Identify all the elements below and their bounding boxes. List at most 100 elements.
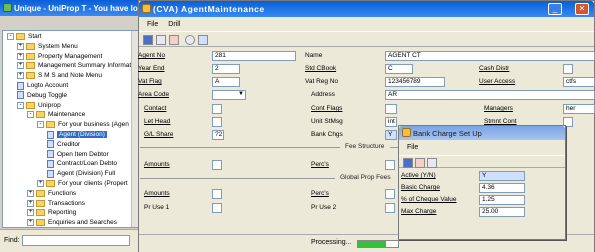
tree-scrollbar[interactable]: [131, 31, 138, 227]
dialog-field-input[interactable]: 25.00: [479, 207, 525, 217]
dialog-icon: [402, 128, 411, 137]
print-icon[interactable]: [156, 35, 166, 45]
chevron-down-icon[interactable]: ▼: [238, 91, 244, 97]
name-field[interactable]: AGENT CT: [385, 51, 595, 61]
folder-icon: [36, 111, 45, 119]
main-window-titlebar[interactable]: (CVA) AgentMaintenance: [139, 1, 594, 17]
agent-no-field[interactable]: 281: [212, 51, 296, 61]
expand-icon[interactable]: +: [27, 219, 34, 227]
pr-use-1-label: Pr Use 1: [144, 204, 170, 211]
tree-item[interactable]: - Start: [7, 32, 42, 41]
dialog-delete-icon[interactable]: [415, 158, 425, 168]
collapse-icon[interactable]: -: [17, 101, 24, 109]
vat-reg-no-field[interactable]: 123456789: [385, 77, 445, 87]
close-button[interactable]: ✕: [575, 3, 589, 15]
tree-item[interactable]: Creditor: [47, 140, 80, 149]
address-field[interactable]: AR: [385, 90, 595, 100]
dialog-field-input[interactable]: 1.25: [479, 195, 525, 205]
cash-distr-checkbox[interactable]: [563, 64, 573, 74]
agent-no-label: Agent No: [138, 52, 166, 59]
navigation-tree[interactable]: - Start + System Menu + Property Management + M…: [2, 30, 138, 228]
menu-file[interactable]: File: [147, 21, 158, 28]
user-access-field[interactable]: ctfs: [563, 77, 595, 87]
let-head-checkbox[interactable]: [212, 117, 222, 127]
document-icon: [47, 169, 54, 178]
expand-icon[interactable]: +: [37, 180, 44, 187]
dialog-save-icon[interactable]: [403, 158, 413, 168]
expand-icon[interactable]: +: [27, 199, 34, 207]
pr-use-2-checkbox[interactable]: [385, 203, 395, 213]
find-input[interactable]: [22, 235, 130, 246]
folder-icon: [26, 62, 35, 70]
contact-checkbox[interactable]: [212, 104, 222, 114]
menu-drill[interactable]: Drill: [168, 21, 180, 28]
fee-structure-heading: Fee Structure: [345, 143, 385, 150]
tree-item[interactable]: Agent (Division): [47, 130, 107, 139]
stmnt-cont-label: Stmnt Cont: [484, 118, 517, 125]
tree-item[interactable]: + Management Summary Informati: [17, 61, 133, 70]
gl-share-field[interactable]: ?2: [212, 130, 224, 140]
tree-item[interactable]: - Uniprop: [17, 101, 61, 110]
vat-flag-label: Vat Flag: [138, 78, 162, 85]
folder-icon: [36, 189, 45, 197]
tree-item[interactable]: + Reporting: [27, 208, 76, 217]
tree-item[interactable]: + S M S and Note Menu: [17, 71, 102, 80]
search-icon[interactable]: [185, 35, 195, 45]
document-icon: [17, 91, 24, 100]
year-end-field[interactable]: 2: [212, 64, 240, 74]
minimize-button[interactable]: _: [548, 3, 562, 15]
expand-icon[interactable]: +: [17, 62, 24, 70]
vat-flag-field[interactable]: A: [212, 77, 240, 87]
bank-chgs-field[interactable]: Y: [385, 130, 397, 140]
tree-item[interactable]: - For your business (Agen: [37, 120, 129, 129]
tree-item[interactable]: + Property Management: [17, 52, 102, 61]
percs-checkbox[interactable]: [385, 160, 395, 170]
tree-item[interactable]: + System Menu: [17, 42, 78, 51]
collapse-icon[interactable]: -: [37, 121, 44, 129]
global-prop-fees-heading: Global Prop Fees: [340, 174, 391, 181]
dialog-titlebar[interactable]: Bank Charge Set Up: [399, 126, 565, 140]
back-window-titlebar[interactable]: Unique - UniProp T - You have logged: [0, 0, 140, 16]
tree-item[interactable]: + Functions: [27, 189, 76, 198]
percs-checkbox-2[interactable]: [385, 189, 395, 199]
dialog-menu-file[interactable]: File: [407, 144, 418, 151]
tree-item[interactable]: Logto Account: [17, 81, 68, 90]
folder-icon: [46, 121, 55, 129]
tree-item[interactable]: + For your clients (Propert: [37, 179, 128, 188]
dialog-field-input[interactable]: 4.36: [479, 183, 525, 193]
amounts-checkbox-2[interactable]: [212, 189, 222, 199]
expand-icon[interactable]: +: [17, 72, 24, 80]
expand-icon[interactable]: +: [17, 42, 24, 50]
expand-icon[interactable]: +: [17, 52, 24, 60]
dialog-field-label: Max Charge: [401, 208, 437, 215]
tree-item[interactable]: Open Item Debtor: [47, 150, 109, 159]
managers-field[interactable]: her: [563, 104, 595, 114]
collapse-icon[interactable]: -: [27, 111, 34, 119]
dialog-menubar: File: [399, 142, 565, 153]
dialog-field-input[interactable]: Y: [479, 171, 525, 181]
tree-item[interactable]: + Enquiries and Searches: [27, 218, 117, 227]
amounts-checkbox[interactable]: [212, 160, 222, 170]
expand-icon[interactable]: +: [27, 189, 34, 197]
progress-bar: [357, 240, 399, 248]
tree-item[interactable]: - Maintenance: [27, 110, 85, 119]
tree-item[interactable]: + Transactions: [27, 199, 85, 208]
progress-fill: [358, 241, 386, 247]
tree-item[interactable]: Contract/Loan Debto: [47, 159, 117, 168]
dialog-refresh-icon[interactable]: [427, 158, 437, 168]
document-icon: [47, 159, 54, 168]
unit-stmsg-field[interactable]: int: [385, 117, 397, 127]
cont-flags-field[interactable]: [385, 104, 397, 114]
expand-icon[interactable]: +: [27, 209, 34, 217]
delete-icon[interactable]: [169, 35, 179, 45]
tree-item[interactable]: Agent (Division) Full: [47, 169, 115, 178]
dialog-toolbar: [399, 155, 565, 168]
save-icon[interactable]: [143, 35, 153, 45]
tree-item[interactable]: Debug Toggle: [17, 91, 67, 100]
std-cbook-field[interactable]: C: [385, 64, 413, 74]
tree-item-label: Transactions: [48, 199, 85, 207]
pr-use-1-checkbox[interactable]: [212, 203, 222, 213]
name-label: Name: [305, 52, 323, 59]
zoom-icon[interactable]: [198, 35, 208, 45]
collapse-icon[interactable]: -: [7, 33, 14, 40]
